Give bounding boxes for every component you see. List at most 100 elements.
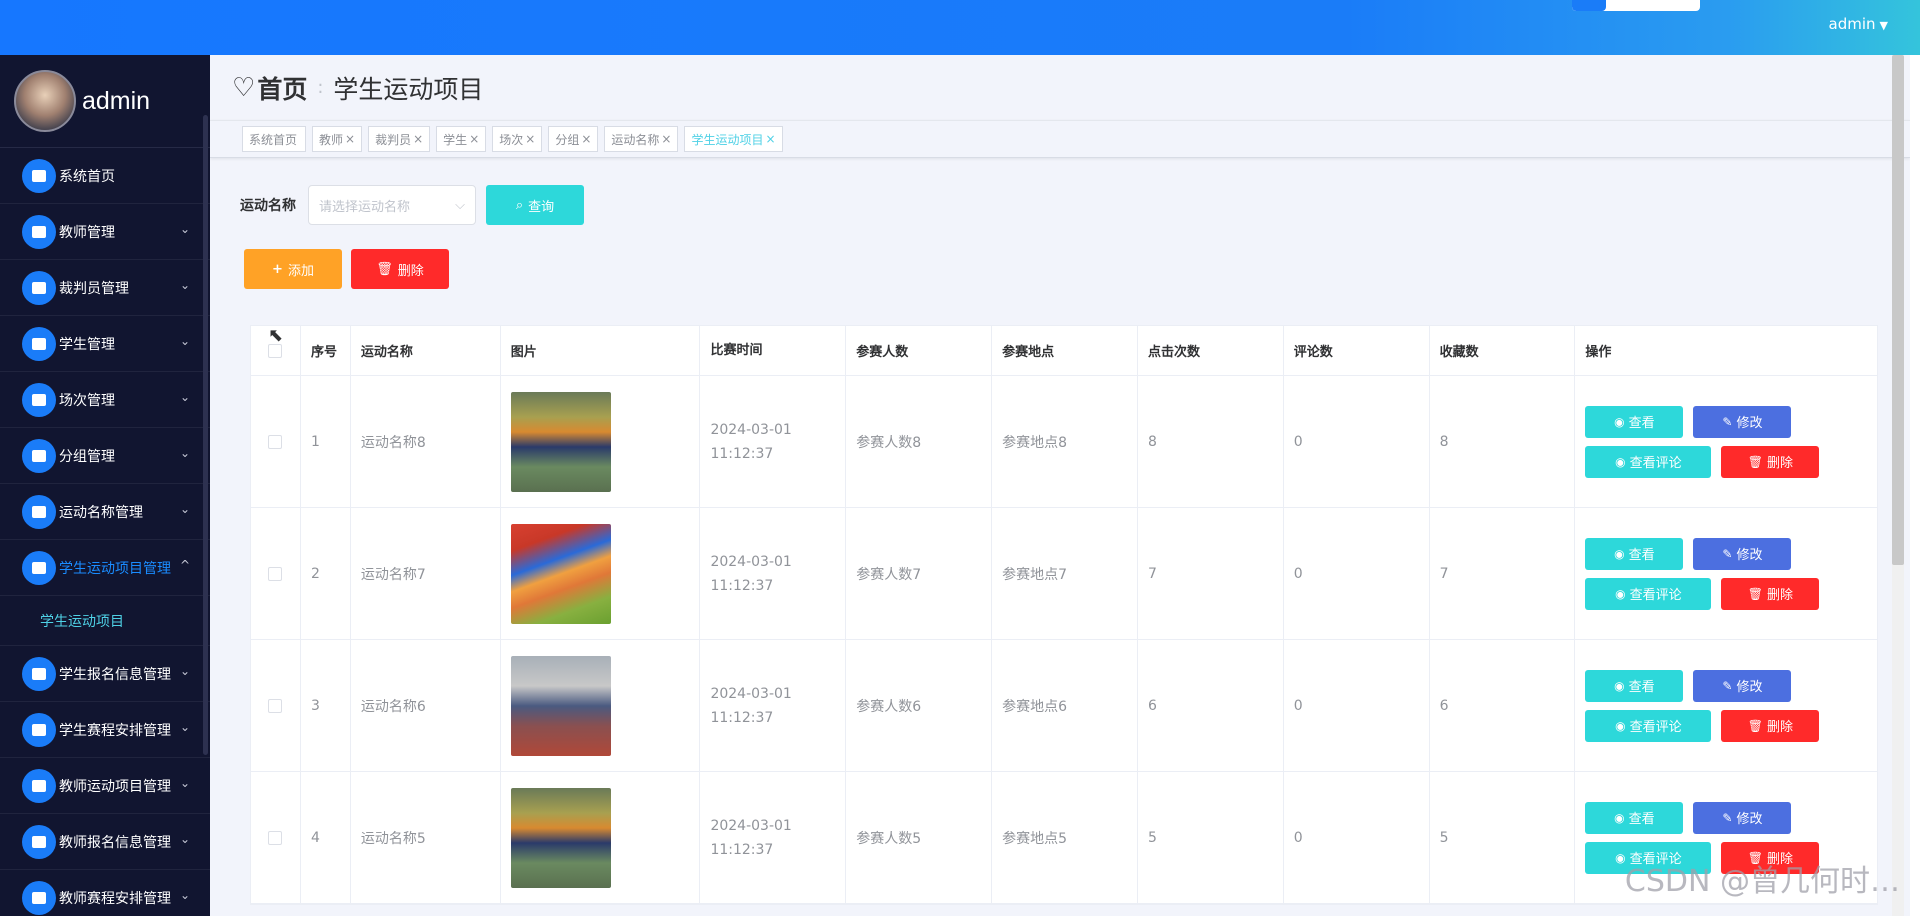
sport-photo[interactable] <box>510 655 611 756</box>
add-button[interactable]: + 添加 <box>244 249 342 289</box>
sidebar-item-label: 教师运动项目管理 <box>59 778 171 795</box>
graduation-icon <box>22 326 56 361</box>
chevron-icon: ⌄ <box>179 446 190 460</box>
tab-tag[interactable]: 裁判员 × <box>368 126 431 152</box>
search-form: 运动名称 请选择运动名称 ⌵ ⌕ 查询 <box>240 185 584 225</box>
close-icon[interactable]: × <box>766 132 776 146</box>
sidebar-item-briefcase[interactable]: 教师管理 ⌄ <box>0 204 210 260</box>
cell-participants: 参赛人数7 <box>846 508 993 639</box>
view-comments-button-label: 查看评论 <box>1629 588 1682 603</box>
tag-label: 系统首页 <box>249 132 298 147</box>
page-scrollbar[interactable] <box>1892 55 1904 916</box>
tab-tag[interactable]: 分组 × <box>548 126 599 152</box>
edit-icon: ✎ <box>1722 810 1733 825</box>
cell-index: 3 <box>301 640 351 771</box>
view-button[interactable]: ◉ 查看 <box>1585 405 1684 438</box>
view-button-label: 查看 <box>1628 548 1655 563</box>
grid-icon <box>22 438 56 473</box>
sidebar-item-label: 学生赛程安排管理 <box>59 722 171 739</box>
edit-icon: ✎ <box>1722 678 1733 693</box>
delete-button[interactable]: 🗑 删除 <box>1721 445 1820 478</box>
view-comments-button[interactable]: ◉ 查看评论 <box>1585 445 1712 478</box>
view-button[interactable]: ◉ 查看 <box>1585 537 1684 570</box>
cell-location: 参赛地点7 <box>992 508 1138 639</box>
chevron-icon: ⌄ <box>179 278 190 292</box>
delete-button[interactable]: 🗑 删除 <box>1721 577 1820 610</box>
sport-photo[interactable] <box>510 391 611 492</box>
sidebar-item-label: 学生运动项目管理 <box>59 560 171 577</box>
view-comments-button[interactable]: ◉ 查看评论 <box>1585 709 1712 742</box>
sidebar-item-label: 教师管理 <box>59 224 115 241</box>
row-checkbox[interactable] <box>268 434 283 449</box>
edit-button[interactable]: ✎ 修改 <box>1693 669 1792 702</box>
chevron-icon: ^ <box>179 558 190 572</box>
sidebar-item-grid[interactable]: 分组管理 ⌄ <box>0 428 210 484</box>
theme-toggle[interactable] <box>1572 0 1700 11</box>
sidebar-item-home[interactable]: 系统首页 <box>0 148 210 204</box>
breadcrumb-home[interactable]: 首页 <box>257 70 307 106</box>
view-button-label: 查看 <box>1628 680 1655 695</box>
edit-button-label: 修改 <box>1736 548 1763 563</box>
edit-button[interactable]: ✎ 修改 <box>1693 405 1792 438</box>
close-icon[interactable]: × <box>469 132 479 146</box>
sidebar-item-clipboard[interactable]: 教师运动项目管理 ⌄ <box>0 758 210 814</box>
edit-button[interactable]: ✎ 修改 <box>1693 537 1792 570</box>
sidebar-item-monitor[interactable]: 场次管理 ⌄ <box>0 372 210 428</box>
close-icon[interactable]: × <box>345 132 355 146</box>
sidebar-item-sliders[interactable]: 裁判员管理 ⌄ <box>0 260 210 316</box>
cell-clicks: 7 <box>1138 508 1284 639</box>
cell-name: 运动名称7 <box>351 508 501 639</box>
sidebar-item-grid[interactable]: 学生运动项目管理 ^ <box>0 540 210 596</box>
close-icon[interactable]: × <box>525 132 535 146</box>
row-checkbox[interactable] <box>268 830 283 845</box>
cell-clicks: 5 <box>1138 772 1284 903</box>
row-checkbox[interactable] <box>268 698 283 713</box>
close-icon[interactable]: × <box>581 132 591 146</box>
table-header: 序号 运动名称 图片 比赛时间 参赛人数 参赛地点 点击次数 评论数 收藏数 操作 <box>251 325 1877 376</box>
edit-button[interactable]: ✎ 修改 <box>1693 801 1792 834</box>
column-header: 操作 <box>1585 345 1612 360</box>
tab-tag[interactable]: 学生 × <box>436 126 487 152</box>
sport-photo[interactable] <box>510 787 611 888</box>
sidebar-item-grid[interactable]: 学生赛程安排管理 ⌄ <box>0 702 210 758</box>
view-comments-button[interactable]: ◉ 查看评论 <box>1585 577 1712 610</box>
column-header: 比赛时间 <box>700 325 847 376</box>
sidebar-item-list[interactable]: 运动名称管理 ⌄ <box>0 484 210 540</box>
chevron-icon: ⌄ <box>179 222 190 236</box>
chevron-icon: ⌄ <box>179 776 190 790</box>
avatar <box>14 70 76 132</box>
sidebar-item-ticket[interactable]: 教师赛程安排管理 ⌄ <box>0 870 210 916</box>
sport-name-select[interactable]: 请选择运动名称 ⌵ <box>308 185 476 225</box>
sidebar-item-grid[interactable]: 学生报名信息管理 ⌄ <box>0 646 210 702</box>
sidebar: admin 系统首页 教师管理 ⌄ 裁判员管理 ⌄ 学生管理 ⌄ 场次管理 ⌄ 分组管理 ⌄ 运动名称… <box>0 55 210 916</box>
row-checkbox[interactable] <box>268 566 283 581</box>
sport-photo[interactable] <box>510 523 611 624</box>
eye-icon: ◉ <box>1614 546 1625 561</box>
tag-label: 分组 <box>555 132 580 147</box>
ops-line: ◉ 查看评论 🗑 删除 <box>1585 709 1829 742</box>
user-menu[interactable]: admin ▼ <box>1829 15 1888 33</box>
tab-tag[interactable]: 场次 × <box>492 126 543 152</box>
search-icon: ⌕ <box>515 197 524 213</box>
sidebar-item-label: 裁判员管理 <box>59 280 129 297</box>
column-header: 序号 <box>301 325 351 376</box>
close-icon[interactable]: × <box>413 132 423 146</box>
close-icon[interactable]: × <box>661 132 671 146</box>
scrollbar-thumb[interactable] <box>1892 55 1904 565</box>
tab-tag[interactable]: 学生运动项目 × <box>684 126 783 152</box>
query-button[interactable]: ⌕ 查询 <box>486 185 584 225</box>
batch-delete-button[interactable]: 🗑 删除 <box>351 249 449 289</box>
submenu-item-student-sport[interactable]: 学生运动项目 <box>0 596 210 646</box>
table-row: 2 运动名称7 2024-03-01 11:12:37 参赛人数7 参赛地点7 7 0 7 ◉ 查… <box>251 508 1877 640</box>
tab-tag[interactable]: 运动名称 × <box>604 126 679 152</box>
sidebar-scrollbar[interactable] <box>203 115 208 755</box>
sidebar-item-book[interactable]: 教师报名信息管理 ⌄ <box>0 814 210 870</box>
tab-tag[interactable]: 系统首页 <box>242 126 307 152</box>
tab-tag[interactable]: 教师 × <box>312 126 363 152</box>
chevron-icon: ⌄ <box>179 334 190 348</box>
sidebar-item-graduation[interactable]: 学生管理 ⌄ <box>0 316 210 372</box>
delete-button[interactable]: 🗑 删除 <box>1721 709 1820 742</box>
view-button[interactable]: ◉ 查看 <box>1585 801 1684 834</box>
view-button[interactable]: ◉ 查看 <box>1585 669 1684 702</box>
chevron-icon: ⌄ <box>179 390 190 404</box>
